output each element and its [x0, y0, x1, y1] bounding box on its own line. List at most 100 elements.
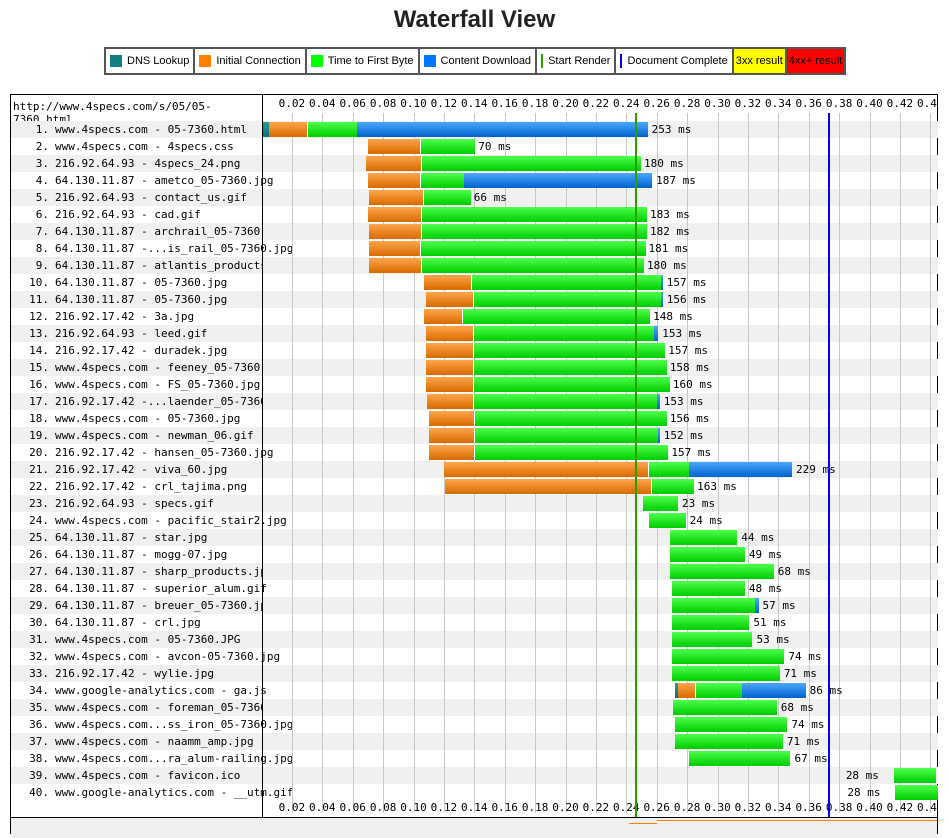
gridline [352, 113, 354, 813]
ttfb-segment [472, 377, 670, 392]
request-row: 31. www.4specs.com - 05-7360.JPG [11, 631, 262, 648]
request-label: 216.92.64.93 - leed.gif [55, 327, 208, 340]
legend-line-icon [541, 54, 544, 68]
request-label: 216.92.64.93 - cad.gif [55, 208, 201, 221]
request-number: 40. [29, 786, 49, 799]
request-row: 29. 64.130.11.87 - breuer_05-7360.jpg [11, 597, 274, 614]
request-duration-label: 153 ms [663, 395, 704, 408]
x-tick-label-bottom: 0.20 [552, 801, 579, 814]
ttfb-segment [472, 394, 658, 409]
request-label: www.4specs.com - 4specs.css [55, 140, 234, 153]
connect-segment [366, 156, 422, 171]
x-tick-label-bottom: 0.40 [856, 801, 883, 814]
request-number: 24. [29, 514, 49, 527]
request-label: 216.92.64.93 - contact_us.gif [55, 191, 248, 204]
request-duration-label: 48 ms [748, 582, 782, 595]
request-label: 216.92.17.42 - wylie.jpg [55, 667, 214, 680]
ttfb-segment [472, 360, 667, 375]
ttfb-segment [671, 632, 753, 647]
request-row: 11. 64.130.11.87 - 05-7360.jpg [11, 291, 262, 308]
x-tick-label-bottom: 0.04 [309, 801, 336, 814]
legend-label: 4xx+ result [788, 55, 843, 67]
request-duration-label: 182 ms [650, 225, 690, 238]
request-label: 216.92.64.93 - specs.gif [55, 497, 214, 510]
gridline [869, 113, 871, 813]
ttfb-segment [647, 462, 690, 477]
request-duration-label: 157 ms [666, 276, 707, 289]
ttfb-segment [419, 139, 476, 154]
request-label: www.4specs.com - foreman_05-7360.jpg [55, 701, 294, 714]
gridline [930, 113, 932, 813]
x-tick-label-top: 0.22 [582, 97, 610, 110]
request-number: 1. [35, 123, 49, 136]
request-number: 27. [29, 565, 49, 578]
ttfb-segment [421, 207, 648, 222]
x-tick-label-bottom: 0.06 [339, 801, 366, 814]
request-number: 13. [29, 327, 49, 340]
request-number: 34. [29, 684, 49, 697]
request-row: 27. 64.130.11.87 - sharp_products.jpg [11, 563, 274, 580]
request-label: 216.92.17.42 - crl_tajima.png [55, 480, 248, 493]
x-tick-label-bottom: 0.10 [400, 801, 427, 814]
request-number: 3. [35, 157, 49, 170]
legend-swatch-icon [110, 55, 122, 67]
x-tick-label-bottom: 0.26 [643, 801, 670, 814]
request-label: www.google-analytics.com - ga.js [55, 684, 267, 697]
x-tick-label-top: 0.44 [917, 97, 938, 110]
request-duration-label: 152 ms [663, 429, 704, 442]
request-row: 8. 64.130.11.87 -...is_rail_05-7360.jpg [11, 240, 294, 257]
x-tick-label-bottom: 0.02 [278, 801, 306, 814]
request-number: 15. [29, 361, 49, 374]
x-tick-label-bottom: 0.18 [521, 801, 549, 814]
request-number: 19. [29, 429, 49, 442]
x-tick-label-top: 0.32 [734, 97, 762, 110]
x-tick-label-bottom: 0.34 [765, 801, 792, 814]
connect-segment [428, 411, 475, 426]
request-duration-label: 68 ms [780, 701, 814, 714]
x-tick-label-top: 0.14 [461, 97, 488, 110]
ttfb-segment [474, 411, 667, 426]
row-stripe [263, 495, 938, 512]
connect-segment [369, 258, 422, 273]
ttfb-segment [422, 190, 471, 205]
connect-segment [425, 292, 473, 307]
connect-segment [425, 326, 473, 341]
page-title: Waterfall View [393, 6, 556, 33]
request-number: 17. [29, 395, 49, 408]
legend-label: DNS Lookup [127, 55, 190, 67]
connect-segment [367, 173, 420, 188]
request-duration-label: 49 ms [748, 548, 782, 561]
request-duration-label: 157 ms [668, 344, 709, 357]
connect-segment [443, 462, 648, 477]
connect-segment [367, 139, 420, 154]
request-list: http://www.4specs.com/s/05/05-7360.html … [11, 95, 294, 834]
ttfb-segment [694, 683, 743, 698]
request-label: 64.130.11.87 - 05-7360.jpg [55, 293, 228, 306]
request-duration-label: 28 ms [845, 769, 879, 782]
request-label: 216.92.17.42 - 3a.jpg [55, 310, 195, 323]
connect-segment [367, 207, 422, 222]
request-row: 21. 216.92.17.42 - viva_60.jpg [11, 461, 262, 478]
request-row: 15. www.4specs.com - feeney_05-7360.jpg [11, 359, 287, 376]
row-stripe [263, 597, 938, 614]
legend-label: 3xx result [735, 55, 783, 67]
connect-segment [269, 122, 308, 137]
request-label: www.4specs.com - pacific_stair2.jpg [55, 514, 287, 527]
request-row: 38. www.4specs.com...ra_alum-railing.jpg [11, 750, 293, 767]
request-label: 216.92.17.42 - hansen_05-7360.jpg [55, 446, 274, 459]
ttfb-segment [643, 496, 678, 511]
download-segment [661, 292, 663, 307]
connect-segment [369, 224, 422, 239]
request-row: 24. www.4specs.com - pacific_stair2.jpg [11, 512, 287, 529]
legend-swatch-icon [310, 55, 323, 67]
request-number: 35. [29, 701, 49, 714]
download-segment [653, 326, 659, 341]
request-number: 18. [29, 412, 49, 425]
timeline: 0.02 0.02 0.04 0.04 0.06 0.06 0.08 0.08 0.10 0.10… [263, 95, 938, 834]
request-number: 39. [29, 769, 49, 782]
x-tick-label-bottom: 0.14 [461, 801, 488, 814]
download-segment [463, 173, 653, 188]
legend-item: DNS Lookup [106, 49, 196, 73]
request-number: 20. [29, 446, 49, 459]
connect-segment [369, 190, 423, 205]
